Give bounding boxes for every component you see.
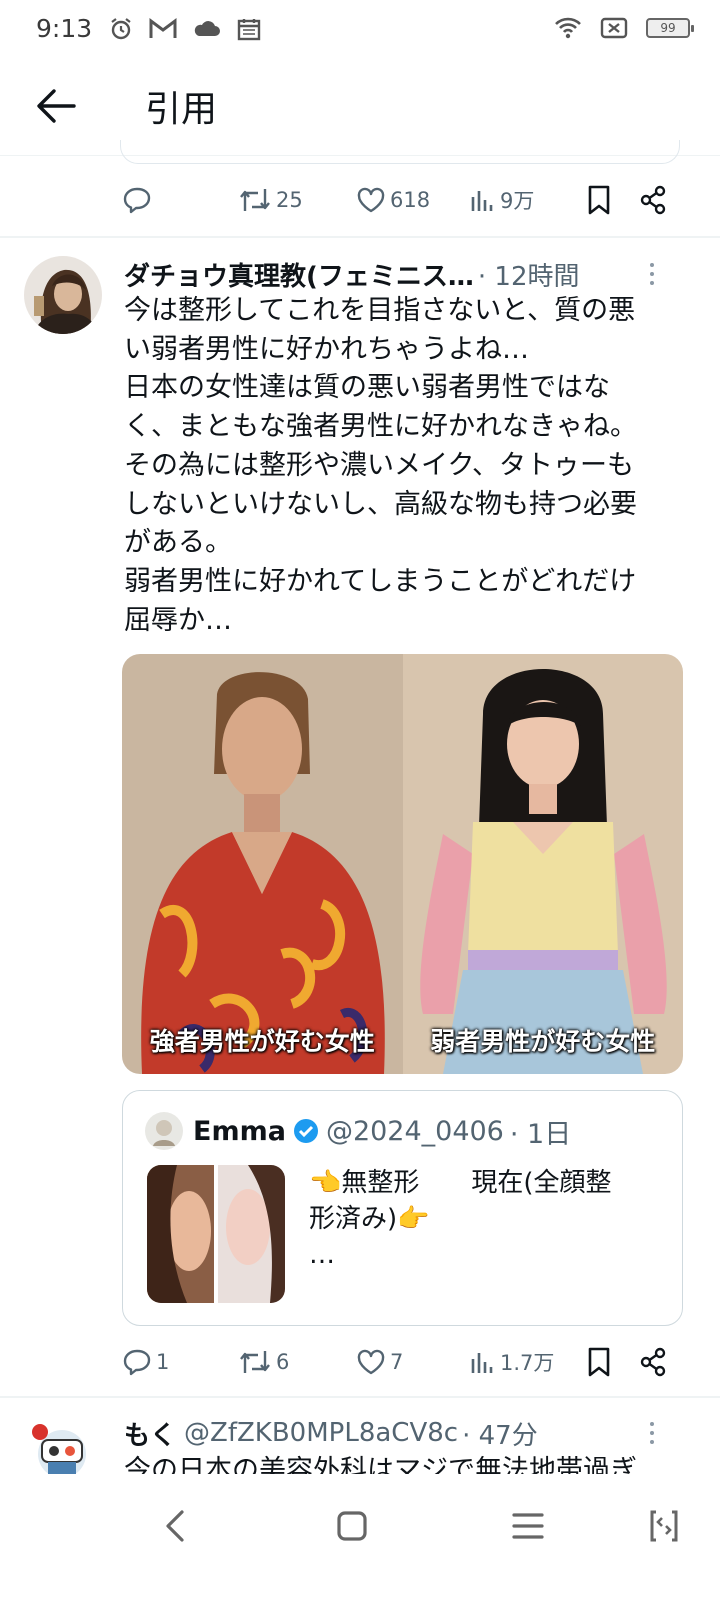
- tweet-text-line: その為には整形や濃いメイク、タトゥーも: [124, 449, 635, 481]
- quoted-text-line: …: [309, 1240, 335, 1270]
- tweet-text-line: い弱者男性に好かれちゃうよね…: [124, 333, 529, 365]
- views-count: 1.7万: [500, 1351, 555, 1375]
- tweet-author-name[interactable]: ダチョウ真理教(フェミニス…: [124, 256, 474, 293]
- nav-recents-icon[interactable]: [506, 1504, 550, 1548]
- retweet-count: 25: [276, 188, 303, 212]
- battery-icon: 99: [646, 18, 694, 38]
- calendar-icon: [237, 19, 261, 41]
- tweet-actions: 1 6 7 1.7万: [122, 1342, 692, 1382]
- like-button[interactable]: 7: [356, 1342, 403, 1382]
- more-options-icon[interactable]: [650, 1422, 654, 1444]
- reply-count: 1: [156, 1350, 170, 1374]
- verified-badge-icon: [293, 1119, 318, 1143]
- tweet-text-line: 日本の女性達は質の悪い弱者男性ではな: [124, 372, 610, 404]
- nav-home-icon[interactable]: [330, 1504, 374, 1548]
- tweet-text-line: く、まともな強者男性に好かれなきゃね。: [124, 411, 637, 443]
- page-title: 引用: [145, 89, 218, 130]
- tweet-text-line: 屈辱か…: [124, 604, 232, 636]
- quoted-tweet-text: 👈無整形 現在(全顔整 形済み)👉 …: [309, 1165, 669, 1273]
- divider: [0, 1396, 720, 1398]
- quoted-tweet[interactable]: Emma @2024_0406 · 1日 👈無整形 現在(全顔整 形済み)👉 …: [122, 1090, 683, 1326]
- media-caption-left: 強者男性が好む女性: [149, 1027, 375, 1056]
- tweet-text-line: 今は整形してこれを目指さないと、質の悪: [124, 295, 636, 326]
- quoted-text-line: 👈無整形 現在(全顔整: [309, 1168, 612, 1198]
- photo-woman-patterned-dress: [122, 654, 403, 1074]
- next-tweet-avatar[interactable]: [28, 1418, 96, 1474]
- reply-button[interactable]: [122, 180, 156, 220]
- reply-icon: [123, 187, 151, 214]
- next-tweet-header: もく @ZfZKB0MPL8aCV8c · 47分: [124, 1414, 694, 1452]
- views-icon: [471, 1353, 493, 1373]
- next-tweet-author-name[interactable]: もく: [124, 1415, 176, 1452]
- views-button[interactable]: 1.7万: [468, 1342, 554, 1382]
- heart-icon: [357, 1349, 385, 1375]
- next-tweet-timestamp: · 47分: [462, 1420, 538, 1451]
- heart-icon: [357, 187, 385, 213]
- bookmark-icon[interactable]: [584, 180, 614, 220]
- quoted-media-thumbnail: [147, 1165, 285, 1303]
- retweet-icon: [240, 1351, 270, 1373]
- cloud-icon: [194, 21, 220, 36]
- photo-woman-pastel-dress: [402, 654, 683, 1074]
- reply-button[interactable]: 1: [122, 1342, 169, 1382]
- avatar-image: [32, 1424, 86, 1474]
- nav-back-icon[interactable]: [154, 1504, 198, 1548]
- tweet-avatar[interactable]: [24, 256, 102, 334]
- bookmark-icon[interactable]: [584, 1342, 614, 1382]
- views-count: 9万: [500, 189, 535, 213]
- views-icon: [471, 191, 493, 211]
- retweet-icon: [240, 189, 270, 211]
- status-bar: 9:13 99: [0, 0, 720, 60]
- like-count: 7: [390, 1350, 404, 1374]
- no-sim-icon: [600, 17, 628, 39]
- thumb-photo-before: [147, 1165, 214, 1303]
- next-tweet-text: 今の日本の美容外科はマジで無法地帯過ぎ: [124, 1452, 694, 1474]
- tweet-header: ダチョウ真理教(フェミニス… · 12時間: [124, 256, 694, 292]
- status-time: 9:13: [36, 14, 93, 43]
- share-icon[interactable]: [638, 180, 668, 220]
- tweet-timestamp: · 12時間: [477, 261, 580, 292]
- like-button[interactable]: 618: [356, 180, 430, 220]
- gmail-icon: [149, 18, 177, 38]
- quoted-timestamp: · 1日: [509, 1118, 572, 1150]
- tweet-text-line: 弱者男性に好かれてしまうことがどれだけ: [124, 565, 637, 597]
- quoted-tweet-header: Emma @2024_0406 · 1日: [145, 1111, 571, 1151]
- tweet-media[interactable]: 強者男性が好む女性 弱者男性が好む女性: [122, 654, 683, 1074]
- avatar-image: [24, 256, 102, 334]
- previous-tweet-actions: 25 618 9万: [122, 180, 692, 220]
- retweet-button[interactable]: 25: [238, 180, 303, 220]
- share-icon[interactable]: [638, 1342, 668, 1382]
- previous-quote-card-edge: [120, 140, 680, 164]
- tweet-text-line: がある。: [124, 527, 232, 559]
- divider: [0, 236, 720, 238]
- retweet-count: 6: [276, 1350, 290, 1374]
- thumb-photo-after: [218, 1165, 285, 1303]
- tweet-text-line: しないといけないし、高級な物も持つ必要: [124, 488, 637, 520]
- quoted-author-name: Emma: [193, 1115, 286, 1147]
- next-tweet-handle: @ZfZKB0MPL8aCV8c: [184, 1418, 459, 1448]
- media-image-left: 強者男性が好む女性: [122, 654, 403, 1074]
- back-button[interactable]: [34, 84, 78, 128]
- media-image-right: 弱者男性が好む女性: [402, 654, 683, 1074]
- wifi-icon: [555, 17, 581, 39]
- retweet-button[interactable]: 6: [238, 1342, 289, 1382]
- reply-icon: [123, 1349, 151, 1376]
- rotate-screen-icon[interactable]: [642, 1504, 686, 1548]
- system-navigation-bar: [0, 1474, 720, 1600]
- status-notification-icons: [108, 16, 262, 42]
- like-count: 618: [390, 188, 431, 212]
- alarm-icon: [111, 18, 131, 40]
- more-options-icon[interactable]: [650, 263, 654, 285]
- tweet-text: 今は整形してこれを目指さないと、質の悪 い弱者男性に好かれちゃうよね… 日本の女…: [124, 292, 689, 640]
- next-tweet-text-line: 今の日本の美容外科はマジで無法地帯過ぎ: [124, 1455, 637, 1474]
- views-button[interactable]: 9万: [468, 180, 534, 220]
- quoted-text-line: 形済み)👉: [309, 1204, 430, 1234]
- quoted-handle: @2024_0406: [325, 1115, 504, 1147]
- status-system-icons: 99: [554, 16, 694, 40]
- media-caption-right: 弱者男性が好む女性: [430, 1027, 656, 1056]
- quoted-avatar: [145, 1112, 183, 1150]
